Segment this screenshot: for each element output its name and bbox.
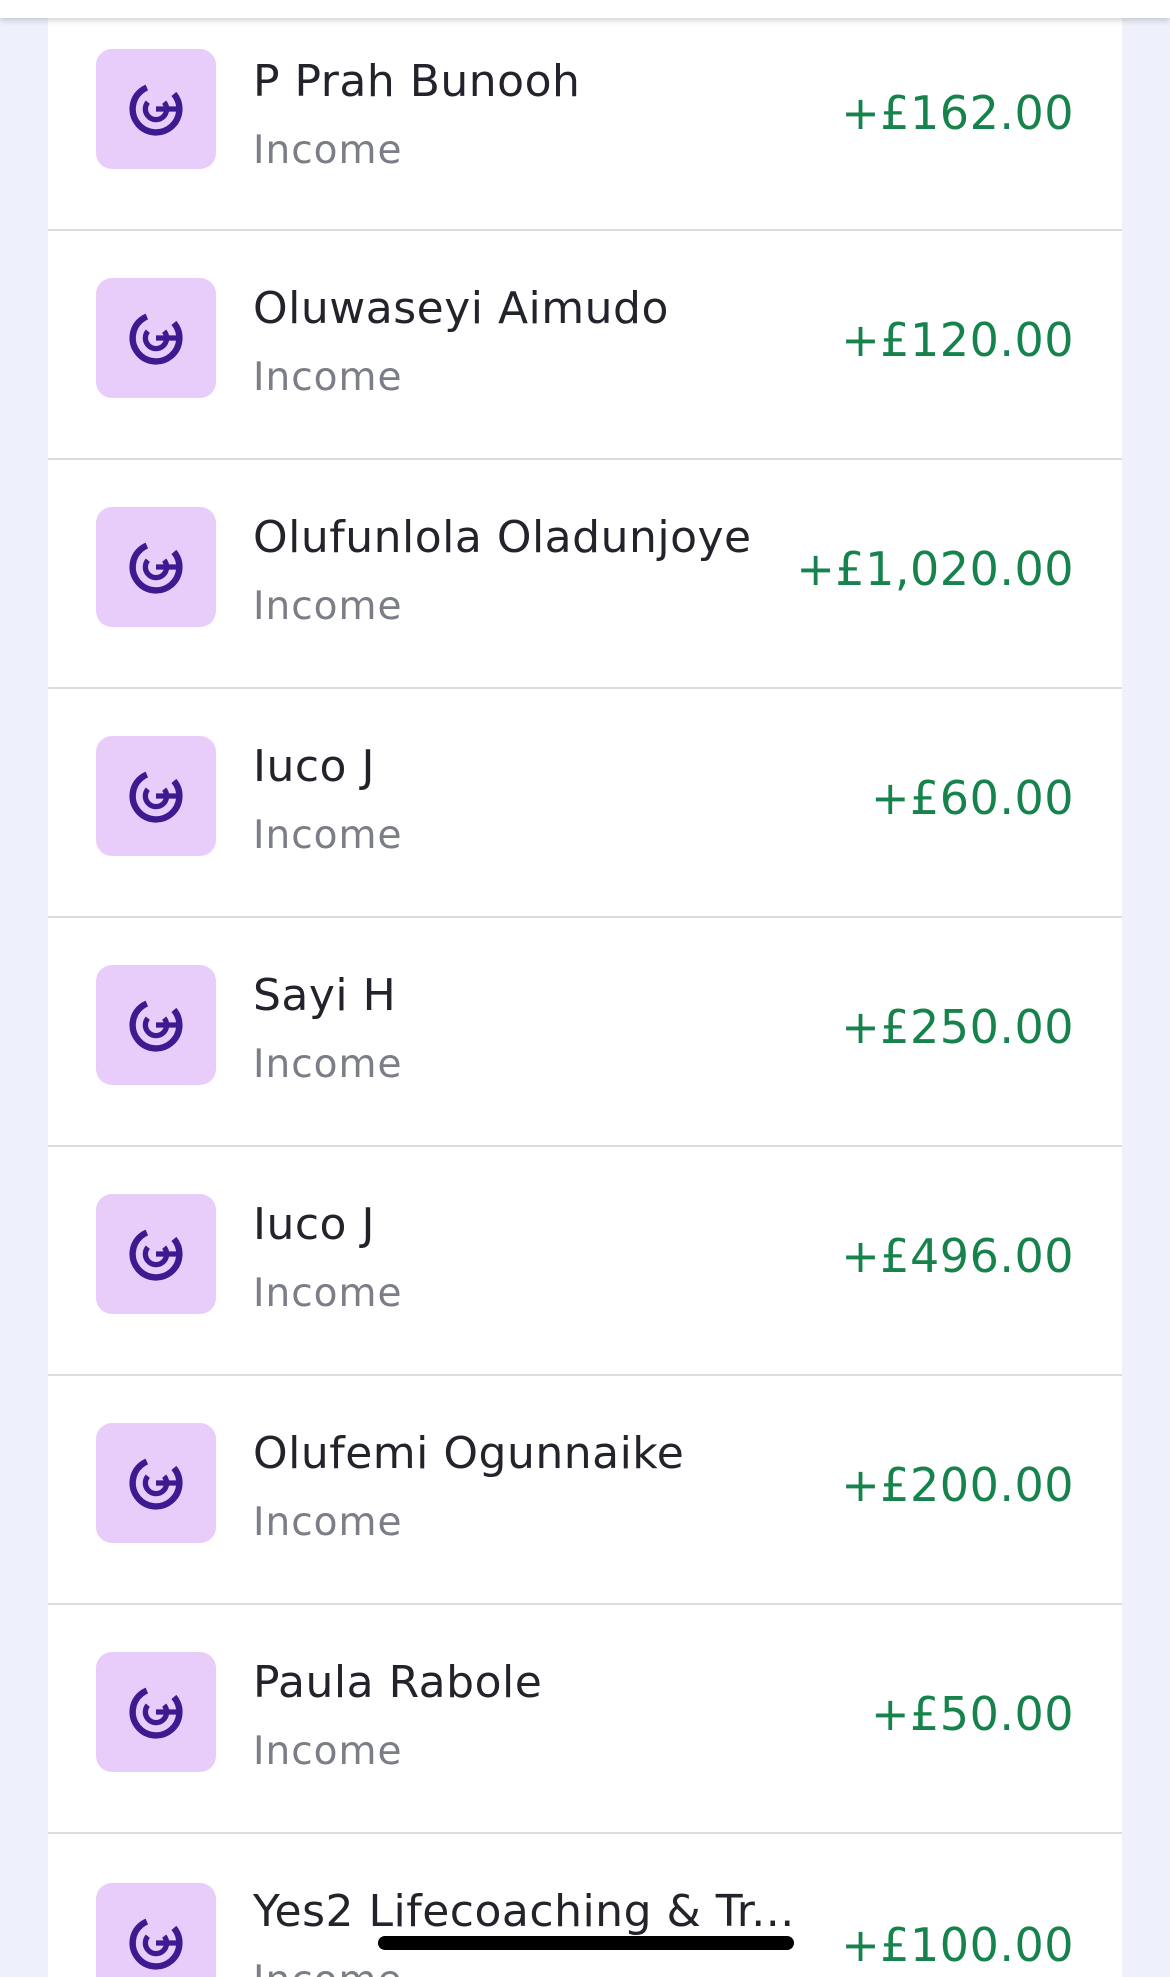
transaction-category: Income — [253, 1042, 403, 1087]
transaction-category: Income — [253, 584, 403, 629]
income-category-icon — [96, 1883, 216, 1977]
transaction-category: Income — [253, 1271, 403, 1316]
transaction-row[interactable]: Paula Rabole Income +£50.00 — [48, 1605, 1122, 1834]
transaction-amount: +£60.00 — [871, 771, 1074, 825]
transaction-amount: +£162.00 — [841, 86, 1074, 140]
transaction-name: Yes2 Lifecoaching & Tr... — [253, 1886, 795, 1937]
home-indicator[interactable] — [378, 1936, 794, 1950]
transaction-name: Iuco J — [253, 741, 375, 792]
transaction-amount: +£496.00 — [841, 1229, 1074, 1283]
transaction-row[interactable]: Yes2 Lifecoaching & Tr... Income +£100.0… — [48, 1834, 1122, 1977]
transaction-row[interactable]: Sayi H Income +£250.00 — [48, 918, 1122, 1147]
transaction-category: Income — [253, 813, 403, 858]
transaction-row[interactable]: Oluwaseyi Aimudo Income +£120.00 — [48, 231, 1122, 460]
transaction-amount: +£50.00 — [871, 1687, 1074, 1741]
transaction-category: Income — [253, 1729, 403, 1774]
income-category-icon — [96, 507, 216, 627]
income-category-icon — [96, 1423, 216, 1543]
transaction-name: Paula Rabole — [253, 1657, 543, 1708]
transaction-list: P Prah Bunooh Income +£162.00 Oluwaseyi … — [48, 0, 1122, 1977]
transaction-name: Sayi H — [253, 970, 397, 1021]
transaction-name: Olufunlola Oladunjoye — [253, 512, 752, 563]
transaction-amount: +£120.00 — [841, 313, 1074, 367]
income-category-icon — [96, 736, 216, 856]
income-category-icon — [96, 965, 216, 1085]
transaction-category: Income — [253, 355, 403, 400]
income-category-icon — [96, 49, 216, 169]
transaction-name: Iuco J — [253, 1199, 375, 1250]
transaction-category: Income — [253, 128, 403, 173]
income-category-icon — [96, 278, 216, 398]
transaction-amount: +£100.00 — [841, 1918, 1074, 1972]
transaction-row[interactable]: P Prah Bunooh Income +£162.00 — [48, 2, 1122, 231]
transaction-name: Oluwaseyi Aimudo — [253, 283, 669, 334]
transaction-amount: +£250.00 — [841, 1000, 1074, 1054]
top-bar-edge — [0, 0, 1170, 18]
transaction-category: Income — [253, 1500, 403, 1545]
transaction-amount: +£200.00 — [841, 1458, 1074, 1512]
transaction-row[interactable]: Olufunlola Oladunjoye Income +£1,020.00 — [48, 460, 1122, 689]
transaction-category: Income — [253, 1958, 403, 1977]
transaction-row[interactable]: Iuco J Income +£60.00 — [48, 689, 1122, 918]
income-category-icon — [96, 1194, 216, 1314]
transaction-row[interactable]: Iuco J Income +£496.00 — [48, 1147, 1122, 1376]
transaction-row[interactable]: Olufemi Ogunnaike Income +£200.00 — [48, 1376, 1122, 1605]
transaction-name: Olufemi Ogunnaike — [253, 1428, 685, 1479]
transaction-name: P Prah Bunooh — [253, 56, 581, 107]
income-category-icon — [96, 1652, 216, 1772]
transaction-amount: +£1,020.00 — [796, 542, 1074, 596]
